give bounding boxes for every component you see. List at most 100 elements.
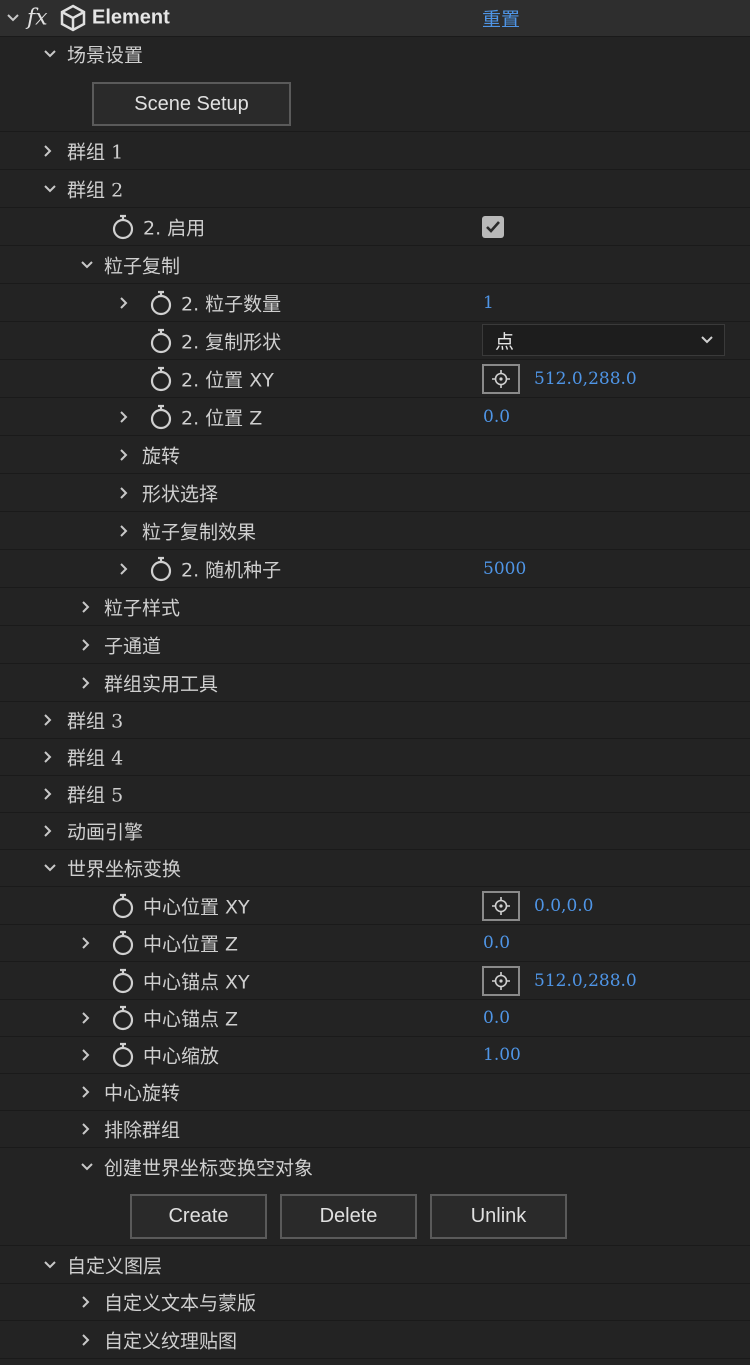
chevron-right-icon[interactable] — [78, 1333, 92, 1347]
center-z-value[interactable]: 0.0 — [483, 933, 510, 953]
animation-engine-row[interactable]: 动画引擎 — [0, 813, 750, 850]
center-rotation-row[interactable]: 中心旋转 — [0, 1074, 750, 1111]
group-4-row[interactable]: 群组 4 — [0, 739, 750, 776]
stopwatch-icon[interactable] — [148, 327, 174, 355]
group-5-row[interactable]: 群组 5 — [0, 776, 750, 813]
custom-text-masks-row[interactable]: 自定义文本与蒙版 — [0, 1284, 750, 1321]
stopwatch-icon[interactable] — [148, 403, 174, 431]
chevron-right-icon[interactable] — [78, 638, 92, 652]
anchor-z-row: 中心锚点 Z 0.0 — [0, 1000, 750, 1037]
chevron-down-icon[interactable] — [80, 1160, 94, 1174]
reset-link[interactable]: 重置 — [482, 5, 520, 32]
center-scale-value[interactable]: 1.00 — [483, 1045, 521, 1065]
chevron-down-icon[interactable] — [43, 861, 57, 875]
chevron-right-icon[interactable] — [116, 410, 130, 424]
effect-controls-panel: fx Element 重置 场景设置 Scene Setup 群组 1 群组 2… — [0, 0, 750, 1365]
create-button[interactable]: Create — [130, 1194, 267, 1239]
position-xy-value[interactable]: 512.0,288.0 — [534, 369, 637, 389]
chevron-down-icon[interactable] — [43, 47, 57, 61]
chevron-right-icon[interactable] — [78, 600, 92, 614]
chevron-right-icon[interactable] — [116, 486, 130, 500]
particle-count-value[interactable]: 1 — [483, 293, 494, 313]
chevron-right-icon[interactable] — [40, 787, 54, 801]
center-z-label: 中心位置 Z — [143, 933, 239, 956]
chevron-right-icon[interactable] — [116, 296, 130, 310]
group-5-label: 群组 5 — [67, 784, 124, 807]
chevron-down-icon[interactable] — [6, 11, 20, 25]
subchannel-label: 子通道 — [104, 635, 162, 657]
center-z-row: 中心位置 Z 0.0 — [0, 925, 750, 962]
custom-texture-maps-row[interactable]: 自定义纹理贴图 — [0, 1321, 750, 1359]
scene-setup-group: 场景设置 Scene Setup — [0, 37, 750, 132]
group-2-enable-row: 2. 启用 — [0, 208, 750, 246]
exclude-groups-row[interactable]: 排除群组 — [0, 1111, 750, 1148]
delete-button[interactable]: Delete — [280, 1194, 417, 1239]
chevron-right-icon[interactable] — [116, 448, 130, 462]
animation-engine-label: 动画引擎 — [67, 821, 144, 844]
group-1-row[interactable]: 群组 1 — [0, 132, 750, 170]
center-xy-value[interactable]: 0.0,0.0 — [534, 896, 593, 916]
chevron-right-icon[interactable] — [40, 750, 54, 764]
position-z-value[interactable]: 0.0 — [483, 407, 510, 427]
stopwatch-icon[interactable] — [110, 892, 136, 920]
anchor-xy-picker[interactable] — [482, 965, 520, 996]
unlink-button[interactable]: Unlink — [430, 1194, 567, 1239]
random-seed-value[interactable]: 5000 — [483, 559, 526, 579]
random-seed-row: 2. 随机种子 5000 — [0, 550, 750, 588]
chevron-down-icon[interactable] — [43, 182, 57, 196]
replicator-effects-row[interactable]: 粒子复制效果 — [0, 512, 750, 550]
subchannel-row[interactable]: 子通道 — [0, 626, 750, 664]
scene-setup-label: 场景设置 — [67, 44, 144, 67]
stopwatch-icon[interactable] — [148, 289, 174, 317]
rotation-row[interactable]: 旋转 — [0, 436, 750, 474]
chevron-right-icon[interactable] — [40, 713, 54, 727]
scene-setup-button[interactable]: Scene Setup — [92, 82, 291, 126]
crosshair-icon — [492, 369, 510, 388]
chevron-down-icon[interactable] — [80, 258, 94, 272]
chevron-right-icon[interactable] — [116, 562, 130, 576]
fx-icon[interactable]: fx — [27, 6, 48, 31]
anchor-xy-value[interactable]: 512.0,288.0 — [534, 971, 637, 991]
chevron-down-icon[interactable] — [43, 1258, 57, 1272]
group-2-label: 群组 2 — [67, 179, 124, 201]
group-4-label: 群组 4 — [67, 747, 124, 770]
replicate-shape-dropdown[interactable]: 点 — [482, 324, 725, 356]
stopwatch-icon[interactable] — [110, 1041, 136, 1069]
custom-layers-row[interactable]: 自定义图层 — [0, 1246, 750, 1284]
rotation-label: 旋转 — [142, 445, 181, 467]
replicator-row[interactable]: 粒子复制 — [0, 246, 750, 284]
chevron-right-icon[interactable] — [40, 824, 54, 838]
center-xy-picker[interactable] — [482, 890, 520, 921]
chevron-right-icon[interactable] — [78, 1085, 92, 1099]
stopwatch-icon[interactable] — [110, 1004, 136, 1032]
stopwatch-icon[interactable] — [110, 929, 136, 957]
chevron-right-icon[interactable] — [78, 1048, 92, 1062]
enable-checkbox[interactable] — [482, 215, 504, 238]
effect-title: Element — [92, 6, 170, 29]
stopwatch-icon[interactable] — [110, 213, 136, 241]
chevron-right-icon[interactable] — [78, 936, 92, 950]
group-2-row[interactable]: 群组 2 — [0, 170, 750, 208]
chevron-right-icon[interactable] — [116, 524, 130, 538]
effect-header[interactable]: fx Element 重置 — [0, 0, 750, 37]
chevron-right-icon[interactable] — [78, 1295, 92, 1309]
world-transform-row[interactable]: 世界坐标变换 — [0, 850, 750, 887]
particle-look-row[interactable]: 粒子样式 — [0, 588, 750, 626]
position-z-label: 2. 位置 Z — [181, 407, 263, 429]
position-xy-picker[interactable] — [482, 363, 520, 394]
group-3-row[interactable]: 群组 3 — [0, 702, 750, 739]
anchor-z-value[interactable]: 0.0 — [483, 1008, 510, 1028]
position-xy-label: 2. 位置 XY — [181, 369, 274, 391]
particle-count-row: 2. 粒子数量 1 — [0, 284, 750, 322]
chevron-right-icon[interactable] — [78, 1122, 92, 1136]
stopwatch-icon[interactable] — [148, 555, 174, 583]
stopwatch-icon[interactable] — [148, 365, 174, 393]
custom-text-masks-label: 自定义文本与蒙版 — [104, 1292, 257, 1315]
replicate-shape-row: 2. 复制形状 点 — [0, 322, 750, 360]
group-utilities-row[interactable]: 群组实用工具 — [0, 664, 750, 702]
shape-options-row[interactable]: 形状选择 — [0, 474, 750, 512]
chevron-right-icon[interactable] — [78, 676, 92, 690]
chevron-right-icon[interactable] — [40, 144, 54, 158]
stopwatch-icon[interactable] — [110, 967, 136, 995]
chevron-right-icon[interactable] — [78, 1011, 92, 1025]
